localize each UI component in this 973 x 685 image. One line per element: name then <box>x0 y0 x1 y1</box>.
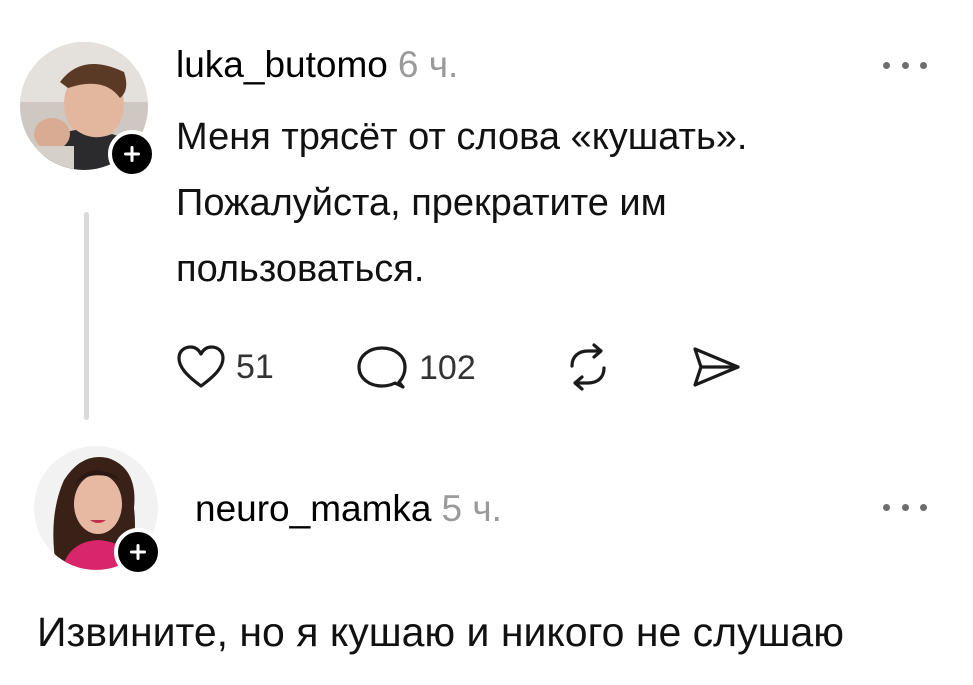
post-timestamp: 6 ч. <box>397 44 459 85</box>
comment-bubble-icon <box>357 346 407 389</box>
post-more-button[interactable] <box>883 58 927 72</box>
reply-more-button[interactable] <box>883 500 927 514</box>
follow-plus-button[interactable] <box>114 528 162 576</box>
share-button[interactable] <box>690 344 742 390</box>
repost-button[interactable] <box>563 342 613 392</box>
reply-timestamp: 5 ч. <box>441 488 502 529</box>
plus-icon <box>124 146 140 162</box>
thread-connector-line <box>84 212 89 420</box>
plus-icon <box>130 544 146 560</box>
more-dots-icon <box>883 61 890 69</box>
like-count: 51 <box>236 347 274 386</box>
post-text-line: Меня трясёт от слова «кушать». <box>176 116 748 158</box>
like-button[interactable]: 51 <box>176 344 274 390</box>
share-send-icon <box>693 347 740 387</box>
heart-icon <box>177 345 225 388</box>
post-text-line: Пожалуйста, прекратите им <box>176 182 667 224</box>
more-dots-icon <box>883 503 890 511</box>
reply-username[interactable]: neuro_mamka <box>195 488 432 529</box>
reply-body: Извините, но я кушаю и никого не слушаю <box>37 609 845 655</box>
comment-count: 102 <box>419 348 476 387</box>
post-text-line: пользоваться. <box>176 248 425 290</box>
repost-icon <box>570 343 606 391</box>
reply-author: neuro_mamka 5 ч. <box>195 488 502 530</box>
post-body: Меня трясёт от слова «кушать». Пожалуйст… <box>176 104 747 302</box>
post-author: luka_butomo 6 ч. <box>176 44 458 86</box>
comment-button[interactable]: 102 <box>355 344 476 392</box>
follow-plus-button[interactable] <box>108 130 156 178</box>
post-username[interactable]: luka_butomo <box>176 44 388 85</box>
